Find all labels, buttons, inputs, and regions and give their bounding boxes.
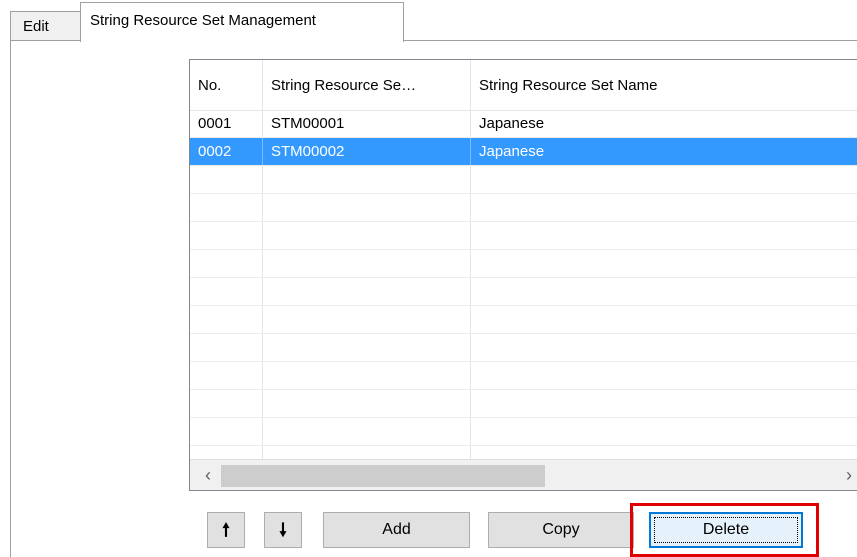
empty-cell xyxy=(263,250,471,277)
cell-id: STM00001 xyxy=(263,110,471,137)
list-header: No. String Resource Se… String Resource … xyxy=(190,60,857,111)
delete-button-label: Delete xyxy=(702,521,750,538)
column-header-id[interactable]: String Resource Se… xyxy=(263,60,471,110)
empty-cell xyxy=(471,166,857,193)
empty-table-row xyxy=(190,418,857,446)
chevron-left-icon[interactable]: ‹ xyxy=(194,460,222,490)
tab-string-resource-set-management[interactable]: String Resource Set Management xyxy=(80,2,404,42)
empty-table-row xyxy=(190,194,857,222)
empty-cell xyxy=(471,278,857,305)
arrow-up-icon: 🠕 xyxy=(222,520,230,540)
add-button[interactable]: Add xyxy=(323,512,470,548)
move-down-button[interactable]: 🠗 xyxy=(264,512,302,548)
scrollbar-thumb[interactable] xyxy=(221,465,545,487)
empty-table-row xyxy=(190,334,857,362)
empty-cell xyxy=(471,390,857,417)
empty-cell xyxy=(263,334,471,361)
empty-cell xyxy=(190,166,263,193)
empty-table-row xyxy=(190,278,857,306)
delete-button[interactable]: Delete xyxy=(649,512,803,548)
empty-table-row xyxy=(190,250,857,278)
empty-table-row xyxy=(190,390,857,418)
empty-cell xyxy=(471,334,857,361)
empty-cell xyxy=(263,166,471,193)
empty-table-row xyxy=(190,362,857,390)
tab-edit[interactable]: Edit xyxy=(10,11,81,41)
empty-cell xyxy=(190,362,263,389)
empty-cell xyxy=(190,222,263,249)
empty-cell xyxy=(263,222,471,249)
cell-name: Japanese xyxy=(471,110,857,137)
empty-table-row xyxy=(190,222,857,250)
empty-cell xyxy=(471,194,857,221)
move-up-button[interactable]: 🠕 xyxy=(207,512,245,548)
empty-cell xyxy=(190,390,263,417)
page: Edit String Resource Set Management No. … xyxy=(0,0,857,557)
column-header-no[interactable]: No. xyxy=(190,60,263,110)
empty-table-row xyxy=(190,306,857,334)
chevron-right-icon[interactable]: › xyxy=(835,460,857,490)
empty-cell xyxy=(471,306,857,333)
empty-cell xyxy=(190,306,263,333)
cell-id: STM00002 xyxy=(263,138,471,165)
table-row[interactable]: 0001 STM00001 Japanese xyxy=(190,110,857,138)
horizontal-scrollbar[interactable]: ‹ › xyxy=(190,459,857,490)
empty-cell xyxy=(190,250,263,277)
string-resource-set-list[interactable]: No. String Resource Se… String Resource … xyxy=(189,59,857,491)
cell-no: 0002 xyxy=(190,138,263,165)
cell-name: Japanese xyxy=(471,138,857,165)
empty-cell xyxy=(263,278,471,305)
copy-button[interactable]: Copy xyxy=(488,512,634,548)
empty-cell xyxy=(263,306,471,333)
empty-cell xyxy=(190,418,263,445)
column-header-name[interactable]: String Resource Set Name xyxy=(471,60,857,110)
empty-cell xyxy=(263,418,471,445)
arrow-down-icon: 🠗 xyxy=(279,520,287,540)
empty-cell xyxy=(471,362,857,389)
empty-cell xyxy=(190,194,263,221)
empty-cell xyxy=(263,362,471,389)
empty-cell xyxy=(263,194,471,221)
empty-cell xyxy=(471,222,857,249)
cell-no: 0001 xyxy=(190,110,263,137)
empty-cell xyxy=(190,278,263,305)
empty-table-row xyxy=(190,166,857,194)
table-row[interactable]: 0002 STM00002 Japanese xyxy=(190,138,857,166)
empty-cell xyxy=(263,390,471,417)
empty-cell xyxy=(190,334,263,361)
empty-cell xyxy=(471,418,857,445)
empty-cell xyxy=(471,250,857,277)
